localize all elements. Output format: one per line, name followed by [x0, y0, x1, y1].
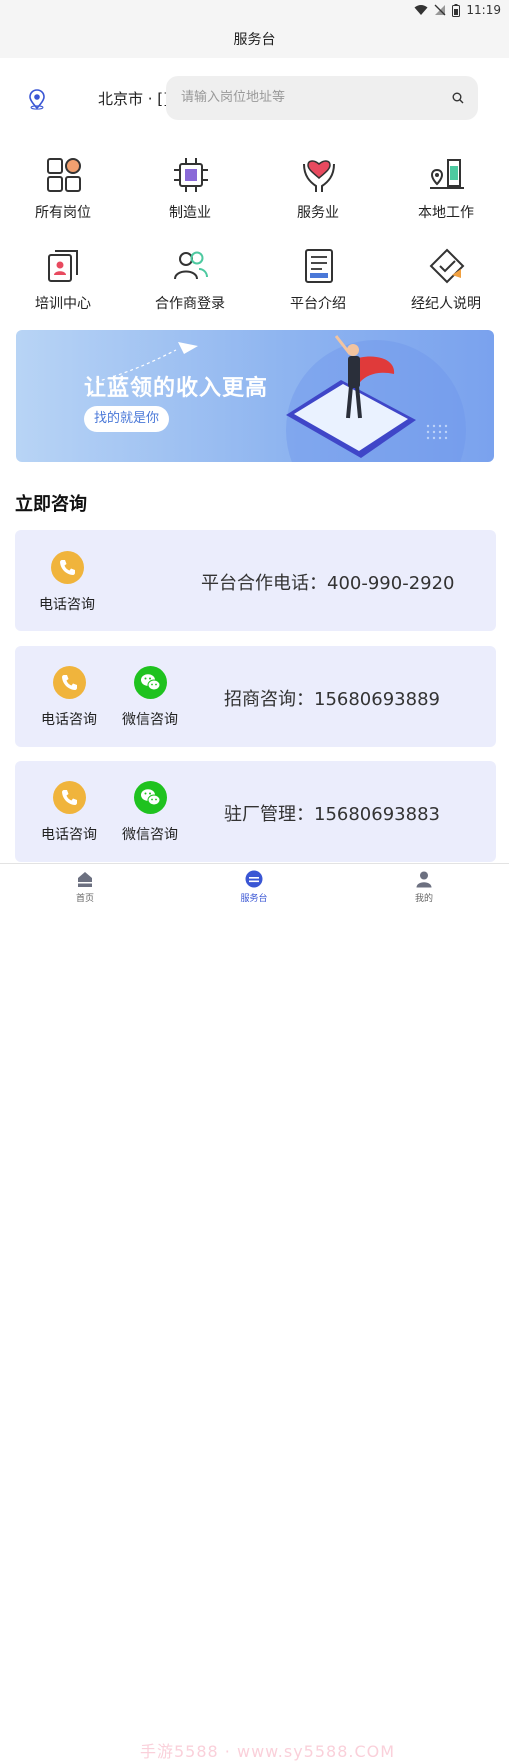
status-bar: 11:19 [0, 0, 509, 22]
category-training[interactable]: 培训中心 [13, 247, 113, 327]
banner-title: 让蓝领的收入更高 [84, 376, 269, 401]
status-icons: 11:19 [414, 3, 501, 17]
category-label: 合作商登录 [155, 296, 225, 312]
wifi-icon [414, 5, 428, 15]
consult-card-2: 电话咨询 微信咨询 招商咨询：15680693889 [15, 646, 496, 747]
users-icon [174, 251, 208, 280]
category-local-jobs[interactable]: 本地工作 [396, 156, 496, 236]
tab-label: 我的 [414, 894, 433, 904]
category-all-jobs[interactable]: 所有岗位 [13, 156, 113, 236]
category-label: 本地工作 [418, 205, 474, 221]
category-label: 所有岗位 [35, 205, 91, 221]
consult-card-3: 电话咨询 微信咨询 驻厂管理：15680693883 [15, 761, 496, 862]
phone-consult-button[interactable]: 电话咨询 [32, 534, 102, 614]
category-service[interactable]: 服务业 [268, 156, 368, 236]
category-label: 制造业 [169, 205, 211, 221]
category-manufacturing[interactable]: 制造业 [140, 156, 240, 236]
category-label: 培训中心 [35, 296, 91, 312]
category-label: 经纪人说明 [411, 296, 481, 312]
wechat-consult-label: 微信咨询 [122, 827, 178, 843]
chip-icon [174, 158, 208, 192]
phone-icon [51, 551, 84, 584]
tab-home[interactable]: 首页 [45, 864, 125, 907]
search-box[interactable]: 请输入岗位地址等 [166, 76, 478, 120]
tab-service-desk[interactable]: 服务台 [214, 864, 294, 907]
tab-label: 首页 [75, 894, 94, 904]
search-input[interactable]: 请输入岗位地址等 [181, 86, 285, 105]
service-desk-icon [245, 870, 263, 888]
banner-button[interactable]: 找的就是你 [84, 406, 170, 432]
category-label: 平台介绍 [290, 296, 346, 312]
consult-card-text[interactable]: 招商咨询：15680693889 [224, 685, 440, 711]
profile-icon [416, 871, 432, 888]
category-agent-info[interactable]: 经纪人说明 [396, 247, 496, 327]
diamond-check-icon [429, 248, 465, 284]
promo-banner[interactable]: 让蓝领的收入更高 找的就是你 [16, 330, 494, 462]
page-title: 服务台 [0, 22, 509, 58]
heart-hands-icon [303, 160, 335, 192]
bottom-tab-bar: 手游5588 · www.sy5588.COM 首页 服务台 我的 [0, 863, 509, 1761]
wechat-consult-label: 微信咨询 [122, 712, 178, 728]
no-signal-icon [434, 4, 446, 16]
wechat-consult-button[interactable]: 微信咨询 [115, 764, 185, 844]
consult-card-text[interactable]: 驻厂管理：15680693883 [224, 800, 440, 826]
search-icon[interactable] [452, 92, 464, 104]
city-selector[interactable]: 北京市 · [] [98, 88, 169, 109]
phone-icon [53, 781, 86, 814]
phone-consult-label: 电话咨询 [41, 712, 97, 728]
battery-icon [452, 3, 461, 17]
phone-consult-button[interactable]: 电话咨询 [34, 649, 104, 729]
section-title: 立即咨询 [15, 494, 87, 515]
tab-label: 服务台 [240, 894, 268, 904]
id-card-icon [48, 250, 78, 282]
phone-icon [53, 666, 86, 699]
phone-consult-button[interactable]: 电话咨询 [34, 764, 104, 844]
location-pin-icon[interactable] [26, 88, 48, 114]
wechat-icon [134, 666, 167, 699]
document-icon [305, 249, 333, 283]
wechat-icon [134, 781, 167, 814]
grid-icon [47, 158, 81, 192]
consult-card-text[interactable]: 平台合作电话：400-990-2920 [201, 569, 455, 595]
local-building-icon [430, 159, 464, 189]
home-icon [78, 872, 92, 887]
watermark: 手游5588 · www.sy5588.COM [140, 1742, 396, 1761]
category-label: 服务业 [297, 205, 339, 221]
wechat-consult-button[interactable]: 微信咨询 [115, 649, 185, 729]
phone-consult-label: 电话咨询 [41, 827, 97, 843]
phone-consult-label: 电话咨询 [39, 597, 95, 613]
category-platform-intro[interactable]: 平台介绍 [268, 247, 368, 327]
category-partner-login[interactable]: 合作商登录 [140, 247, 240, 327]
status-time: 11:19 [466, 3, 501, 17]
tab-profile[interactable]: 我的 [384, 864, 464, 907]
consult-card-1: 电话咨询 平台合作电话：400-990-2920 [15, 530, 496, 631]
